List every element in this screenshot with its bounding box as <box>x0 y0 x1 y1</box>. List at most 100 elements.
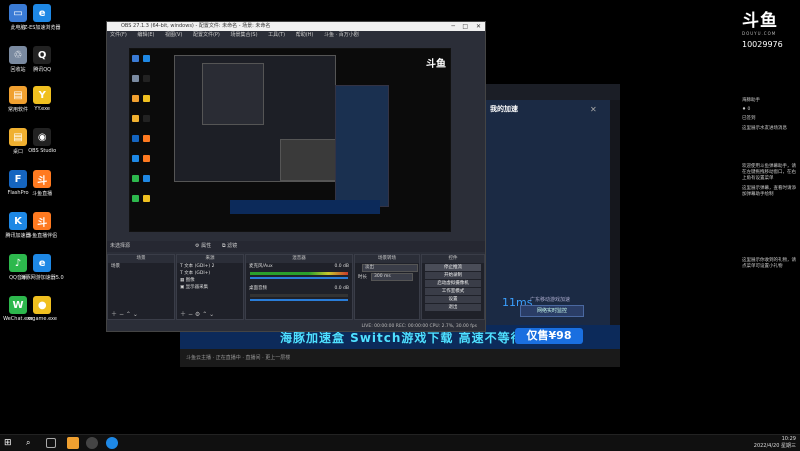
duration-row: 时长 300 ms <box>355 272 419 281</box>
mixer-track-name: 桌面音频 0.0 dB <box>249 286 349 291</box>
preview-douyu-logo: 斗鱼 <box>426 59 446 70</box>
desktop-icon[interactable]: e Z-ES加速浏览器 <box>12 4 72 31</box>
obs-titlebar: OBS 27.1.3 (64-bit, windows) - 配置文件: 未命名… <box>107 22 485 31</box>
preview-icon <box>143 195 150 202</box>
transition-row: 淡出 <box>355 263 419 272</box>
banner-price[interactable]: 仅售¥98 <box>515 328 583 344</box>
transition-select[interactable]: 淡出 <box>362 263 418 272</box>
maximize-icon[interactable]: □ <box>462 22 468 31</box>
scene-item[interactable]: 场景 <box>108 263 174 270</box>
menu-edit[interactable]: 编辑(E) <box>137 32 154 38</box>
desktop-icon[interactable]: e 海豚网游加速器5.0 <box>12 254 72 281</box>
exit-button[interactable]: 退出 <box>425 304 481 311</box>
chat-line: 这里展示你收到的礼物，请点菜单可设置小礼物 <box>742 258 796 269</box>
background-window-status: 斗鱼云主播 · 正在直播中 · 直播间 · 更上一层楼 <box>180 349 620 367</box>
down-icon[interactable]: ⌄ <box>209 311 214 318</box>
menu-file[interactable]: 文件(F) <box>110 32 127 38</box>
desktop-icon[interactable]: ● mgame.exe <box>12 296 72 322</box>
settings-button[interactable]: 设置 <box>425 296 481 303</box>
taskbar-browser-icon[interactable] <box>106 437 118 449</box>
desktop-icon[interactable]: 斗斗鱼直播伴侣 <box>12 212 72 239</box>
app-icon: e <box>33 4 52 22</box>
minimize-icon[interactable]: ─ <box>451 22 455 31</box>
room-id: 10029976 <box>742 40 783 49</box>
chat-line: 这里展示弹幕，查看时请添加弹幕助手绘制 <box>742 186 796 197</box>
douyu-domain: DOUYU.COM <box>742 31 777 36</box>
mixer-meter <box>250 294 348 297</box>
volume-slider[interactable] <box>250 277 348 279</box>
preview-accelerator <box>335 85 389 207</box>
remove-icon[interactable]: − <box>119 311 124 318</box>
chat-line: 这里展示水友进场消息 <box>742 126 787 131</box>
desktop-icon-label: OBS Studio <box>28 148 57 154</box>
add-icon[interactable]: ＋ <box>180 311 186 318</box>
accelerator-title: 我的加速 <box>490 105 518 113</box>
desktop-icon[interactable]: ◉ OBS Studio <box>12 128 72 154</box>
gear-icon[interactable]: ⚙ <box>195 311 200 318</box>
source-item[interactable]: ▣ 显示器采集 <box>177 284 243 291</box>
studio-mode-button[interactable]: 工作室模式 <box>425 288 481 295</box>
menu-help[interactable]: 帮助(H) <box>296 32 314 38</box>
chat-line: 欢迎使用斗鱼弹幕助手，请在左键拖拽移动窗口，在右上角有设置菜单 <box>742 164 796 181</box>
menu-view[interactable]: 视图(V) <box>165 32 182 38</box>
taskbar-explorer-icon[interactable] <box>67 437 79 449</box>
stop-streaming-button[interactable]: 停止推流 <box>425 264 481 271</box>
desktop-icon[interactable]: 斗斗鱼直播 <box>12 170 72 197</box>
app-icon: Y <box>33 86 52 104</box>
preview-icon <box>132 195 139 202</box>
mixer-dock: 混音器 麦克风/Aux 0.0 dB 桌面音频 0.0 dB <box>245 254 353 320</box>
task-view-icon[interactable] <box>46 438 56 448</box>
taskbar-obs-icon[interactable] <box>86 437 98 449</box>
chat-line: 海豚助手 <box>742 98 760 103</box>
sources-footer: ＋ − ⚙ ⌃ ⌄ <box>177 311 243 319</box>
close-icon[interactable]: ✕ <box>590 105 597 114</box>
start-virtual-camera-button[interactable]: 启动虚拟摄像机 <box>425 280 481 287</box>
menu-douyu[interactable]: 斗鱼 · 百万小剧 <box>324 32 359 38</box>
volume-slider[interactable] <box>250 299 348 301</box>
source-item[interactable]: T 文本 (GDI+) <box>177 270 243 277</box>
properties-button[interactable]: ⚙ 属性 <box>195 241 211 252</box>
duration-input[interactable]: 300 ms <box>371 272 413 281</box>
desktop-icon-label: 海豚网游加速器5.0 <box>20 275 64 281</box>
menu-profile[interactable]: 配置文件(P) <box>193 32 220 38</box>
system-clock[interactable]: 10:29 2022/4/20 星期三 <box>754 436 796 450</box>
filters-button[interactable]: ⧉ 滤镜 <box>222 241 237 252</box>
network-monitor-button[interactable]: 网络实时监控 <box>520 305 584 317</box>
preview-icon <box>132 75 139 82</box>
down-icon[interactable]: ⌄ <box>133 311 138 318</box>
app-icon: 斗 <box>33 170 52 188</box>
source-item[interactable]: T 文本 (GDI+) 2 <box>177 263 243 270</box>
remove-icon[interactable]: − <box>188 311 193 318</box>
start-recording-button[interactable]: 开始录制 <box>425 272 481 279</box>
obs-statusbar: LIVE: 00:00:00 REC: 00:00:00 CPU: 2.7%, … <box>107 322 485 331</box>
app-icon: ● <box>33 296 52 314</box>
mixer-meter <box>250 272 348 275</box>
add-icon[interactable]: ＋ <box>111 311 117 318</box>
preview-icon <box>132 175 139 182</box>
scenes-footer: ＋ − ⌃ ⌄ <box>108 311 174 319</box>
preview-icon <box>132 95 139 102</box>
obs-title: OBS 27.1.3 (64-bit, windows) - 配置文件: 未命名… <box>121 23 271 29</box>
up-icon[interactable]: ⌃ <box>126 311 131 318</box>
preview-icon <box>143 75 150 82</box>
duration-label: 时长 <box>358 274 367 280</box>
preview-icon <box>132 135 139 142</box>
clock-date: 2022/4/20 星期三 <box>753 443 796 449</box>
chat-line: ♦ 0 <box>742 107 751 112</box>
app-icon: ◉ <box>33 128 52 146</box>
menu-tools[interactable]: 工具(T) <box>268 32 285 38</box>
source-item[interactable]: ▦ 图像 <box>177 277 243 284</box>
desktop-icon-label: 腾讯QQ <box>33 67 52 73</box>
obs-preview[interactable]: 斗鱼 <box>129 48 451 232</box>
app-icon: Q <box>33 46 52 64</box>
mixer-track-name: 麦克风/Aux 0.0 dB <box>249 264 349 269</box>
desktop-icon[interactable]: Q 腾讯QQ <box>12 46 72 73</box>
menu-scene-collection[interactable]: 场景集合(S) <box>230 32 257 38</box>
preview-icon <box>143 135 150 142</box>
search-icon[interactable]: ⌕ <box>26 437 38 449</box>
source-toolbar: 未选择源 ⚙ 属性 ⧉ 滤镜 <box>107 241 485 252</box>
start-icon[interactable]: ⊞ <box>4 437 16 449</box>
up-icon[interactable]: ⌃ <box>202 311 207 318</box>
close-icon[interactable]: ✕ <box>476 22 481 31</box>
desktop-icon[interactable]: Y YY.exe <box>12 86 72 112</box>
